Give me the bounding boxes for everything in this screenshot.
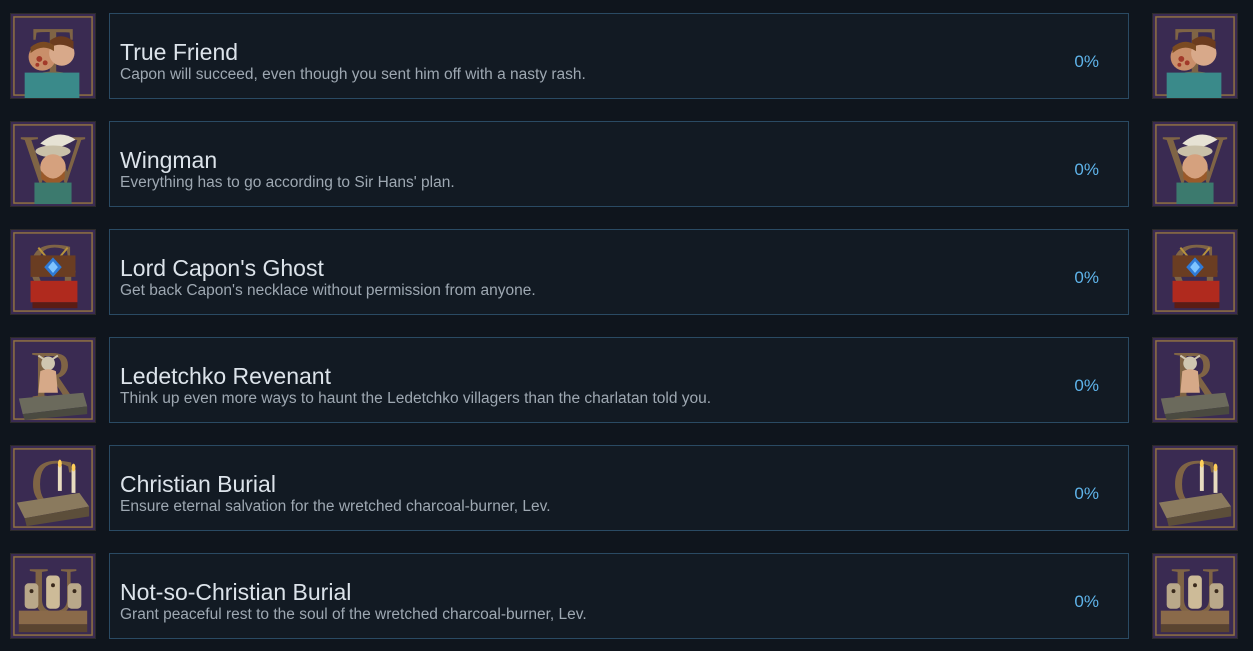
achievement-row: T True Friend Capon will succeed, even t…	[0, 13, 1253, 101]
necklace-chest-icon: G	[10, 229, 96, 315]
achievement-row: U Not-so-Christian Burial Grant peaceful…	[0, 553, 1253, 641]
achievement-description: Grant peaceful rest to the soul of the w…	[120, 606, 587, 623]
achievement-title: True Friend	[120, 39, 239, 65]
coffin-candles-icon: C	[1152, 445, 1238, 531]
achievement-description: Get back Capon's necklace without permis…	[120, 282, 536, 299]
achievement-row: W Wingman Everything has to go according…	[0, 121, 1253, 209]
achievement-panel: Wingman Everything has to go according t…	[109, 121, 1129, 207]
idols-figures-icon: U	[1152, 553, 1238, 639]
achievement-description: Think up even more ways to haunt the Led…	[120, 390, 712, 407]
idols-figures-icon: U	[10, 553, 96, 639]
achievement-title: Wingman	[120, 147, 218, 173]
unlock-percent: 0%	[1074, 484, 1099, 503]
achievement-panel: Not-so-Christian Burial Grant peaceful r…	[109, 553, 1129, 639]
achievement-row: C Christian Burial Ensure eternal salvat…	[0, 445, 1253, 533]
coffin-candles-icon: C	[10, 445, 96, 531]
achievement-list: T True Friend Capon will succeed, even t…	[0, 0, 1253, 651]
achievement-panel: Ledetchko Revenant Think up even more wa…	[109, 337, 1129, 423]
achievement-panel: True Friend Capon will succeed, even tho…	[109, 13, 1129, 99]
achievement-description: Everything has to go according to Sir Ha…	[120, 174, 455, 191]
two-faces-icon: T	[1152, 13, 1238, 99]
achievement-panel: Christian Burial Ensure eternal salvatio…	[109, 445, 1129, 531]
achievement-row: R Ledetchko Revenant Think up even more …	[0, 337, 1253, 425]
achievement-description: Capon will succeed, even though you sent…	[120, 66, 586, 83]
unlock-percent: 0%	[1074, 52, 1099, 71]
achievement-title: Ledetchko Revenant	[120, 363, 331, 389]
feathered-hat-man-icon: W	[10, 121, 96, 207]
necklace-chest-icon: G	[1152, 229, 1238, 315]
revenant-coffin-icon: R	[1152, 337, 1238, 423]
achievement-title: Not-so-Christian Burial	[120, 579, 352, 605]
achievement-title: Lord Capon's Ghost	[120, 255, 324, 281]
achievement-row: G Lord Capon's Ghost Get back Capon's ne…	[0, 229, 1253, 317]
achievement-title: Christian Burial	[120, 471, 276, 497]
feathered-hat-man-icon: W	[1152, 121, 1238, 207]
unlock-percent: 0%	[1074, 160, 1099, 179]
achievement-description: Ensure eternal salvation for the wretche…	[120, 498, 551, 515]
unlock-percent: 0%	[1074, 376, 1099, 395]
two-faces-icon: T	[10, 13, 96, 99]
achievement-panel: Lord Capon's Ghost Get back Capon's neck…	[109, 229, 1129, 315]
unlock-percent: 0%	[1074, 268, 1099, 287]
unlock-percent: 0%	[1074, 592, 1099, 611]
revenant-coffin-icon: R	[10, 337, 96, 423]
